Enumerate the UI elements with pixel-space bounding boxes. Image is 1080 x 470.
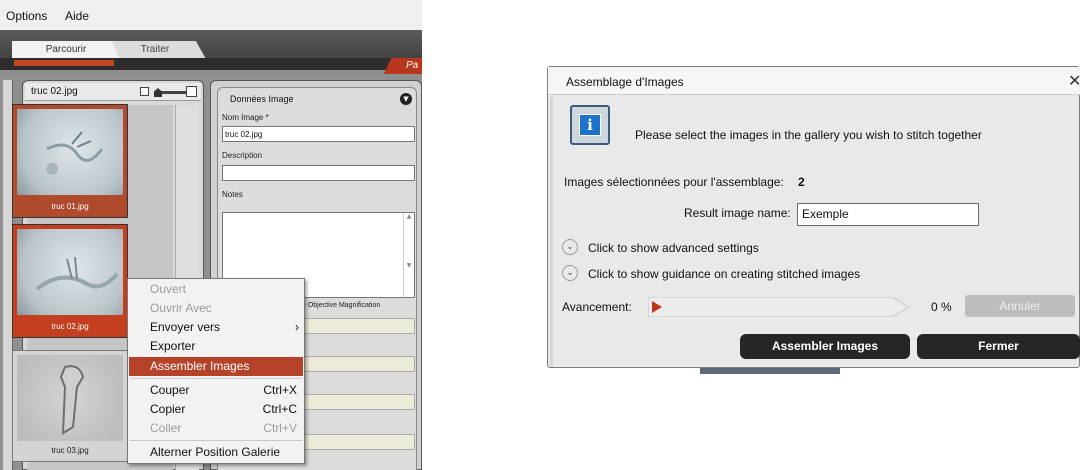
gallery-title: truc 02.jpg (31, 86, 78, 97)
selected-images-label: Images sélectionnées pour l'assemblage: (564, 175, 784, 189)
assemble-images-button[interactable]: Assembler Images (740, 334, 910, 359)
menu-item-alterner-position[interactable]: Alterner Position Galerie (129, 443, 303, 462)
advanced-settings-toggle[interactable]: Click to show advanced settings (588, 241, 759, 255)
metadata-field[interactable] (304, 434, 415, 450)
metadata-field[interactable] (304, 394, 415, 410)
context-menu: Ouvert Ouvrir Avec Envoyer vers › Exporte… (127, 278, 305, 464)
thumbnail-label: truc 02.jpg (51, 322, 89, 331)
gallery-thumbnail[interactable]: truc 02.jpg (12, 224, 128, 338)
gallery-thumbnail[interactable]: truc 01.jpg (12, 104, 128, 218)
microscope-image (59, 365, 85, 435)
image-data-title: Données Image (230, 94, 294, 104)
gallery-thumbnail[interactable]: truc 03.jpg (12, 350, 128, 462)
menu-separator (130, 440, 302, 441)
menu-bar: Options Aide (0, 0, 422, 30)
dialog-title: Assemblage d'Images (566, 75, 684, 89)
menu-item-envoyer-vers[interactable]: Envoyer vers › (129, 318, 303, 337)
tab-parcourir[interactable]: Parcourir (12, 41, 120, 59)
description-field[interactable] (222, 165, 415, 181)
tab-traiter[interactable]: Traiter (104, 41, 206, 59)
magnification-label: e Objective Magnification (302, 302, 381, 309)
thumbnail-label: truc 01.jpg (51, 202, 89, 211)
dialog-edge (550, 97, 553, 367)
chevron-down-icon[interactable]: ⌄ (562, 265, 578, 281)
menu-aide[interactable]: Aide (65, 9, 89, 23)
app-window: Options Aide Traiter Parcourir Pa truc 0… (0, 0, 422, 470)
guidance-toggle[interactable]: Click to show guidance on creating stitc… (588, 267, 860, 281)
description-label: Description (222, 151, 263, 160)
info-icon: i (570, 105, 610, 145)
chevron-down-icon[interactable]: ⌄ (562, 239, 578, 255)
large-size-icon[interactable] (186, 86, 197, 97)
chevron-right-icon: › (295, 320, 299, 334)
thumbnail-image (17, 109, 123, 195)
thumbnail-label: truc 03.jpg (51, 446, 89, 455)
thumbnail-image (17, 229, 123, 315)
magnification-field[interactable] (304, 318, 415, 334)
menu-item-ouvrir-avec[interactable]: Ouvrir Avec (129, 299, 303, 318)
notes-scrollbar[interactable]: ▲ ▼ (403, 213, 414, 297)
selected-images-count: 2 (798, 175, 805, 189)
cancel-button[interactable]: Annuler (965, 295, 1075, 317)
name-field[interactable]: truc 02.jpg (222, 126, 415, 142)
gallery-header: truc 02.jpg (25, 83, 201, 101)
active-tab-indicator (0, 58, 422, 70)
progress-percent: 0 % (931, 300, 952, 314)
name-label: Nom Image * (222, 113, 269, 122)
menu-item-ouvert[interactable]: Ouvert (129, 280, 303, 299)
thumbnail-image (17, 355, 123, 441)
progress-bar-fill-area (649, 298, 907, 316)
dialog-message: Please select the images in the gallery … (635, 128, 982, 142)
result-name-input[interactable]: Exemple (797, 203, 979, 226)
menu-separator (130, 378, 302, 379)
close-icon[interactable]: ✕ (1068, 71, 1080, 90)
menu-item-copier[interactable]: Copier Ctrl+C (129, 400, 303, 419)
result-name-label: Result image name: (684, 206, 791, 220)
thumbnail-size-slider[interactable] (138, 86, 198, 98)
metadata-field[interactable] (304, 356, 415, 372)
slider-handle[interactable] (154, 88, 162, 97)
menu-options[interactable]: Options (6, 9, 47, 23)
menu-item-coller[interactable]: Coller Ctrl+V (129, 419, 303, 438)
assemble-images-dialog: Assemblage d'Images ✕ i Please select th… (547, 66, 1080, 368)
menu-item-assembler-images[interactable]: Assembler Images (129, 357, 303, 376)
progress-label: Avancement: (562, 300, 632, 314)
microscope-image (46, 131, 104, 175)
collapse-icon[interactable]: ▼ (400, 93, 412, 105)
dialog-titlebar[interactable]: Assemblage d'Images ✕ (548, 67, 1080, 95)
menu-item-exporter[interactable]: Exporter (129, 337, 303, 356)
image-data-header[interactable]: Données Image ▼ (220, 90, 416, 106)
microscope-image (35, 256, 119, 291)
small-size-icon[interactable] (140, 87, 149, 96)
notes-label: Notes (222, 190, 243, 199)
menu-item-couper[interactable]: Couper Ctrl+X (129, 381, 303, 400)
close-button[interactable]: Fermer (917, 334, 1080, 359)
